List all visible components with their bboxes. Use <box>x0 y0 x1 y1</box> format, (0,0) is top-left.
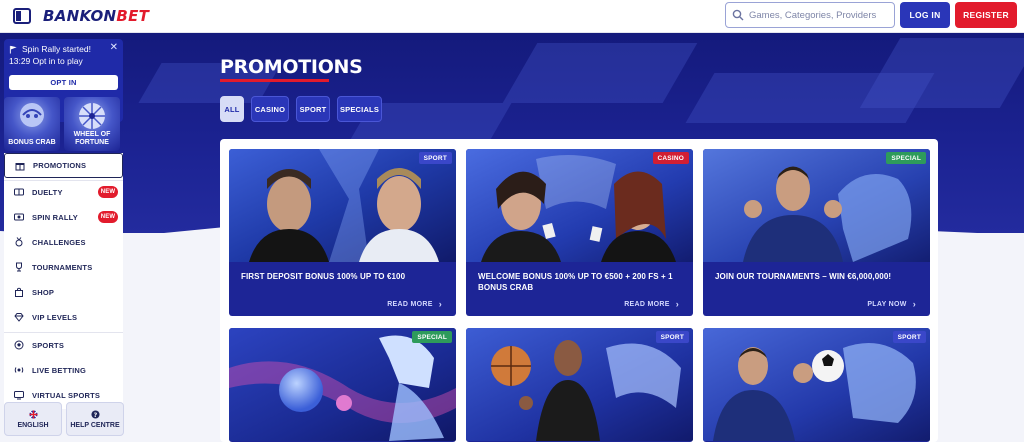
wheel-icon <box>79 103 105 129</box>
sidebar-item-shop[interactable]: SHOP <box>4 280 123 304</box>
sidebar-item-label: VIP LEVELS <box>32 312 78 322</box>
menu-icon[interactable] <box>13 7 31 25</box>
sidebar-item-label: SPORTS <box>32 340 65 350</box>
cta-label: PLAY NOW <box>867 300 907 308</box>
promo-card[interactable]: SPORT <box>703 328 930 442</box>
bonus-crab-tile[interactable]: BONUS CRAB <box>4 97 60 151</box>
bag-icon <box>15 287 23 297</box>
promo-image-horse-orb <box>229 328 456 441</box>
filter-specials[interactable]: SPECIALS <box>337 96 382 122</box>
read-more-link[interactable]: READ MORE › <box>624 299 679 309</box>
duel-icon <box>14 188 24 196</box>
sidebar-item-label: VIRTUAL SPORTS <box>32 390 101 400</box>
rally-icon <box>14 213 24 221</box>
tile-label: BONUS CRAB <box>8 139 56 146</box>
register-button[interactable]: REGISTER <box>955 2 1017 28</box>
rally-subtitle: 13:29 Opt in to play <box>9 56 83 66</box>
sidebar-item-challenges[interactable]: CHALLENGES <box>4 230 123 254</box>
trophy-icon <box>16 262 22 272</box>
promo-image-keeper-cheetah <box>703 328 930 441</box>
promo-card[interactable]: CASINO WELCOME BONUS 100% UP TO €500 + 2… <box>466 149 693 316</box>
tile-label: WHEEL OF FORTUNE <box>73 131 111 146</box>
logo-accent: BET <box>116 7 150 25</box>
opt-in-button[interactable]: OPT IN <box>9 75 118 90</box>
sidebar-item-label: PROMOTIONS <box>33 161 87 170</box>
sidebar: Spin Rally started! ✕ 13:29 Opt in to pl… <box>0 33 127 442</box>
promo-tag: CASINO <box>652 152 689 164</box>
svg-text:?: ? <box>93 411 97 418</box>
promo-image-football-rivals <box>229 149 456 262</box>
flag-icon <box>9 45 17 54</box>
bankonbet-logo[interactable]: BANKONBET <box>43 7 149 25</box>
virtual-icon <box>14 391 24 400</box>
promo-tag: SPORT <box>655 331 689 343</box>
page-title: PROMOTIONS <box>220 56 363 78</box>
sidebar-item-duelty[interactable]: DUELTY NEW <box>4 180 123 204</box>
sidebar-item-tournaments[interactable]: TOURNAMENTS <box>4 255 123 279</box>
live-icon <box>14 367 24 373</box>
language-label: ENGLISH <box>17 421 49 429</box>
chevron-right-icon: › <box>675 299 679 309</box>
crab-icon <box>20 103 44 127</box>
promo-card[interactable]: SPORT FIRST DEPOSIT BONUS 100% UP TO €10… <box>229 149 456 316</box>
diamond-icon <box>14 313 24 322</box>
chevron-right-icon: › <box>912 299 916 309</box>
search-icon <box>732 9 744 21</box>
cta-label: READ MORE <box>624 300 670 308</box>
filter-all[interactable]: ALL <box>220 96 244 122</box>
promo-tag: SPORT <box>892 331 926 343</box>
sidebar-item-label: SPIN RALLY <box>32 212 78 222</box>
medal-icon <box>15 237 23 247</box>
top-header: BANKONBET LOG IN REGISTER <box>0 0 1024 33</box>
rally-title-row: Spin Rally started! <box>9 43 118 55</box>
sidebar-item-sports[interactable]: SPORTS <box>4 333 123 357</box>
promo-tag: SPECIAL <box>886 152 926 164</box>
filter-sport[interactable]: SPORT <box>296 96 330 122</box>
sidebar-item-label: CHALLENGES <box>32 237 86 247</box>
uk-flag-icon <box>28 409 38 419</box>
sidebar-item-label: TOURNAMENTS <box>32 262 93 272</box>
filter-casino[interactable]: CASINO <box>251 96 289 122</box>
promo-card[interactable]: SPECIAL <box>229 328 456 442</box>
gift-icon <box>15 162 25 170</box>
sidebar-item-label: SHOP <box>32 287 55 297</box>
cta-label: READ MORE <box>387 300 433 308</box>
ball-icon <box>14 340 24 350</box>
search-box[interactable] <box>725 2 895 28</box>
sidebar-item-label: DUELTY <box>32 187 63 197</box>
title-underline <box>220 79 329 82</box>
sidebar-nav: PROMOTIONS DUELTY NEW SPIN RALLY NEW CHA… <box>4 153 123 409</box>
help-centre-button[interactable]: ? HELP CENTRE <box>66 402 124 436</box>
promo-card[interactable]: SPECIAL JOIN OUR TOURNAMENTS – WIN €6,00… <box>703 149 930 316</box>
help-icon: ? <box>90 409 100 418</box>
promo-title: WELCOME BONUS 100% UP TO €500 + 200 FS +… <box>478 272 673 292</box>
wheel-of-fortune-tile[interactable]: WHEEL OF FORTUNE <box>64 97 120 151</box>
sidebar-item-label: LIVE BETTING <box>32 365 87 375</box>
close-icon[interactable]: ✕ <box>110 42 118 53</box>
promo-tag: SPECIAL <box>412 331 452 343</box>
sidebar-item-spin-rally[interactable]: SPIN RALLY NEW <box>4 205 123 229</box>
promotions-grid: SPORT FIRST DEPOSIT BONUS 100% UP TO €10… <box>220 139 938 442</box>
promo-image-basketball-dolphin <box>466 328 693 441</box>
promo-image-tournament-panther <box>703 149 930 262</box>
chevron-right-icon: › <box>438 299 442 309</box>
promo-title: FIRST DEPOSIT BONUS 100% UP TO €100 <box>241 272 406 281</box>
new-badge: NEW <box>98 211 118 223</box>
new-badge: NEW <box>98 186 118 198</box>
login-button[interactable]: LOG IN <box>900 2 950 28</box>
promo-tag: SPORT <box>418 152 452 164</box>
logo-primary: BANKON <box>43 7 117 25</box>
promo-image-casino-duel <box>466 149 693 262</box>
promo-title: JOIN OUR TOURNAMENTS – WIN €6,000,000! <box>715 272 892 281</box>
help-label: HELP CENTRE <box>70 421 120 429</box>
promo-card[interactable]: SPORT <box>466 328 693 442</box>
sidebar-item-vip-levels[interactable]: VIP LEVELS <box>4 305 123 329</box>
sidebar-item-promotions[interactable]: PROMOTIONS <box>4 153 123 178</box>
read-more-link[interactable]: READ MORE › <box>387 299 442 309</box>
language-button[interactable]: ENGLISH <box>4 402 62 436</box>
rally-title: Spin Rally started! <box>22 44 91 54</box>
search-input[interactable] <box>749 9 889 21</box>
sidebar-item-live-betting[interactable]: LIVE BETTING <box>4 358 123 382</box>
play-now-link[interactable]: PLAY NOW › <box>867 299 916 309</box>
